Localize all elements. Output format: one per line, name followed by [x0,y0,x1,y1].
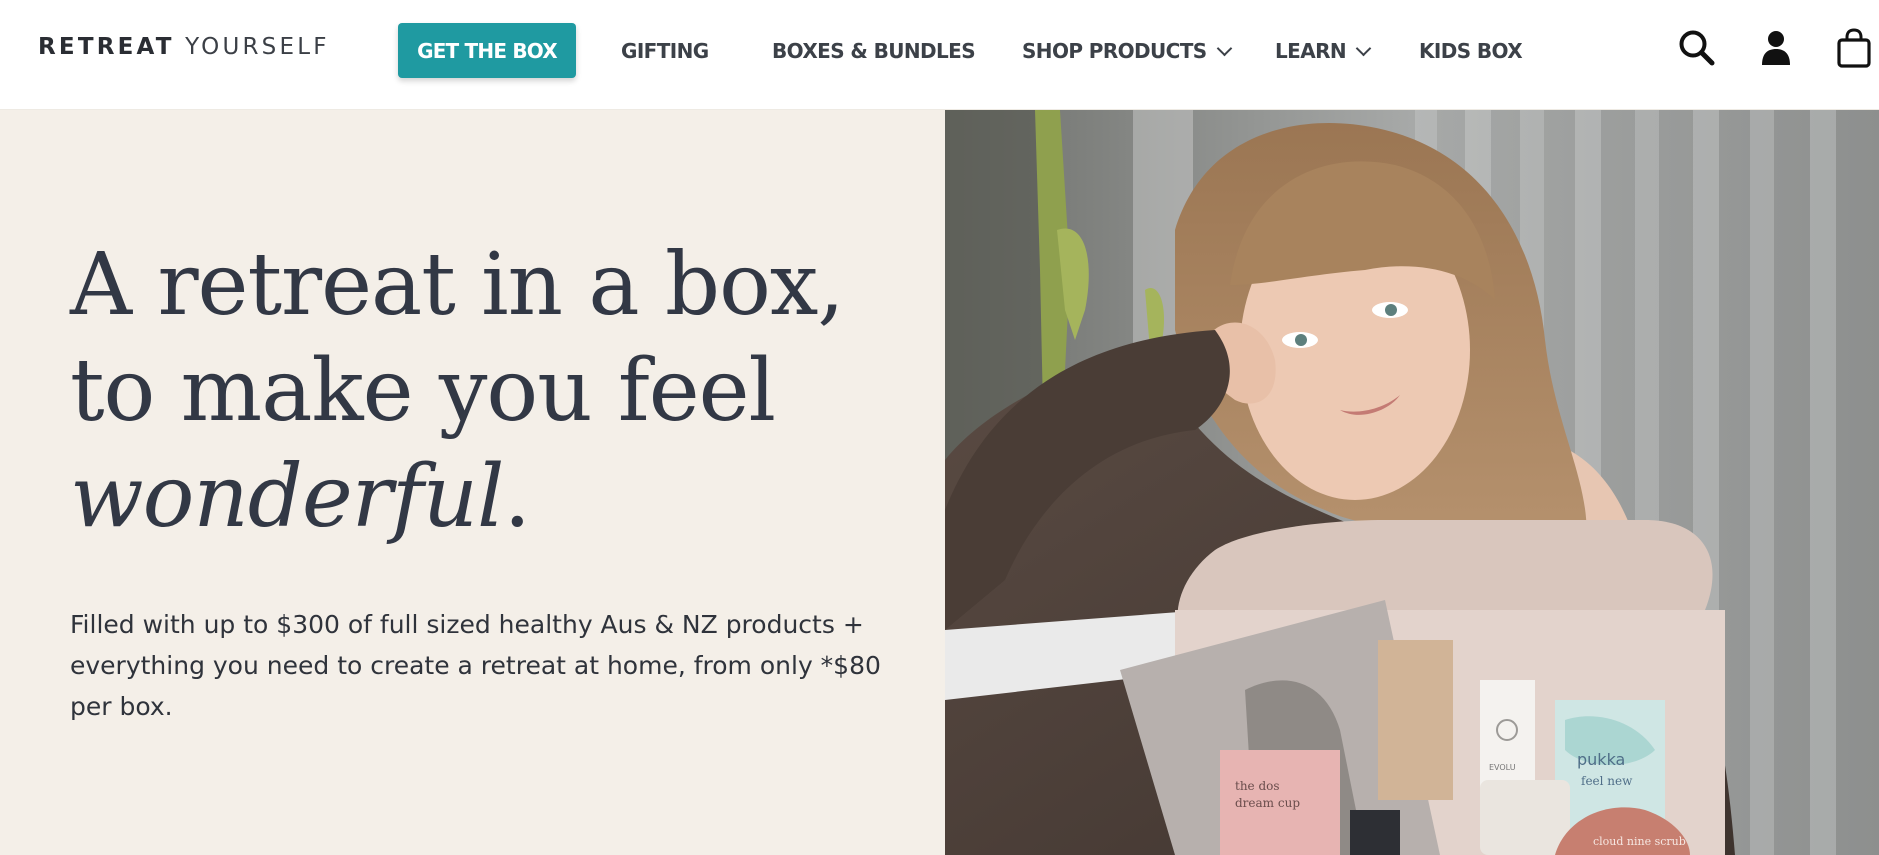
nav-item-label: LEARN [1275,39,1347,63]
nav-item-boxes-bundles[interactable]: BOXES & BUNDLES [772,37,976,65]
hero-heading-line-3: wonderful. [70,444,844,550]
get-the-box-button[interactable]: GET THE BOX [398,23,576,78]
product-label-the-dos: the dos [1235,779,1280,793]
hero-heading-period: . [503,447,531,547]
site-logo[interactable]: RETREAT YOURSELF [38,34,330,60]
hero-subheading: Filled with up to $300 of full sized hea… [70,610,881,721]
hero-photo-illustration: the dos dream cup EVOLU pukka feel new c… [945,110,1879,855]
nav-item-label: BOXES & BUNDLES [772,39,976,63]
page: RETREAT YOURSELF GET THE BOX GIFTING BOX… [0,0,1879,855]
logo-secondary: YOURSELF [185,34,330,60]
logo-primary: RETREAT [38,34,175,60]
account-icon[interactable] [1755,26,1797,70]
nav-item-kids-box[interactable]: KIDS BOX [1419,37,1523,65]
site-header: RETREAT YOURSELF GET THE BOX GIFTING BOX… [0,0,1879,110]
nav-item-learn[interactable]: LEARN [1275,37,1372,65]
product-label-evolu: EVOLU [1489,763,1516,772]
chevron-down-icon [1355,40,1372,56]
nav-item-shop-products[interactable]: SHOP PRODUCTS [1022,37,1232,65]
nav-item-gifting[interactable]: GIFTING [621,37,709,65]
hero-heading-line-2: to make you feel [70,341,776,441]
hero-image: the dos dream cup EVOLU pukka feel new c… [945,110,1879,855]
product-label-feel-new: feel new [1581,774,1633,788]
chevron-down-icon [1216,40,1232,56]
hero-heading-italic-word: wonderful [70,447,505,547]
search-icon[interactable] [1676,26,1718,70]
nav-item-label: GIFTING [621,39,709,63]
product-label-dream-cup: dream cup [1235,796,1300,810]
product-label-cloud-nine: cloud nine scrub [1593,835,1686,848]
cart-icon[interactable] [1833,26,1875,70]
hero-heading-line-1: A retreat in a box, [70,235,845,335]
nav-item-label: SHOP PRODUCTS [1022,39,1207,63]
hero-heading: A retreat in a box, to make you feel won… [70,232,845,550]
nav-item-label: KIDS BOX [1419,39,1523,63]
product-label-pukka: pukka [1577,750,1625,769]
